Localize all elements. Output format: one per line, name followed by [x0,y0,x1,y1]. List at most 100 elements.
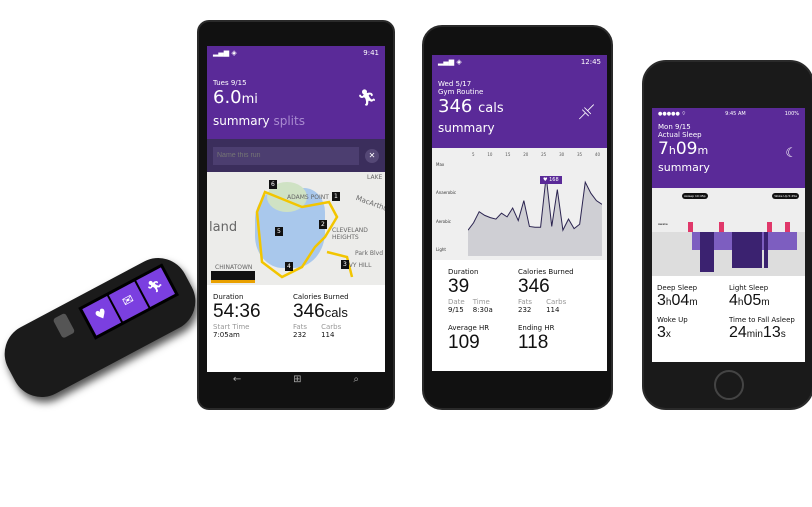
avg-hr-label: Average HR [448,324,490,332]
hours-value: 7 [658,139,669,159]
close-icon[interactable]: ✕ [365,148,379,163]
calories-value: 346 [438,96,473,117]
fitness-band: ♥ ✉ 🏃︎ [0,247,206,408]
tab-summary[interactable]: summary [658,161,799,174]
band-button[interactable] [52,312,76,339]
minutes-unit: m [697,144,709,157]
windows-icon[interactable]: ⊞ [293,374,301,385]
tab-summary[interactable]: summary [213,114,270,128]
duration-label: Duration [448,268,479,276]
peak-badge: ♥ 168 [540,176,562,184]
home-button[interactable] [714,370,744,400]
activity-name: Gym Routine [438,88,484,96]
run-name-input[interactable] [213,146,359,165]
start-time-label: Start Time [213,323,250,331]
heart-rate-chart: 5 10 15 20 25 30 35 40 Max Anaerobic Aerobic Light… [432,148,607,260]
pace-legend [211,271,255,283]
windows-phone: ▂▄▆ ◈ 9:41 Tues 9/15 6.0mi 🏃︎ summary spl… [197,20,395,410]
zone-label: Aerobic [436,218,451,224]
time-label: Time [472,298,490,306]
back-icon[interactable]: ← [233,374,241,385]
split-marker[interactable]: 5 [275,227,283,236]
signal-icon: ▂▄▆ ◈ [213,49,237,57]
sleep-restful [700,232,714,272]
sleep-awake [688,222,693,232]
sleep-restful [764,232,768,268]
map-label: CHINATOWN [215,264,253,271]
zone-label: Light [436,246,446,252]
date: Wed 5/17 [438,80,472,88]
x-tick-label: 15 [505,152,511,157]
tab-splits[interactable]: splits [273,114,305,128]
route-map[interactable]: land ADAMS POINT CLEVELAND HEIGHTS MacAr… [207,172,385,285]
x-tick-label: 10 [487,152,493,157]
fats-label: Fats [518,298,533,306]
end-hr-label: Ending HR [518,324,555,332]
fats-label: Fats [293,323,308,331]
duration-value: 39 [448,276,470,297]
x-tick-label: 20 [523,152,529,157]
moon-icon: ☾ [785,146,797,161]
asleep-badge: Asleep 10:45p [682,193,708,199]
x-tick-label: 35 [576,152,583,157]
search-icon[interactable]: ⌕ [353,374,359,385]
sleep-awake [767,222,772,232]
map-label: CLEVELAND HEIGHTS [332,227,368,241]
map-label: IVY HILL [347,262,372,269]
status-time: 12:45 [580,58,601,66]
split-marker[interactable]: 3 [341,260,349,269]
light-hours: 4 [729,292,738,309]
fall-min-unit: min [746,329,763,340]
split-marker[interactable]: 1 [332,192,340,201]
calories-label: Calories Burned [293,293,349,301]
map-label: Park Blvd [355,250,384,257]
sleep-chart: Asleep 10:45p Woke Up 5:45a Awake Light … [652,188,805,276]
iphone: ●●●●● ⌔ 9:45 AM 100% Mon 9/15 Actual Sleep… [642,60,812,410]
tab-summary[interactable]: summary [438,121,601,135]
fall-asleep-label: Time to Fall Asleep [729,316,795,324]
fats-value: 232 [518,306,532,314]
sleep-type: Actual Sleep [658,131,702,139]
map-label: ADAMS POINT [287,194,329,201]
avg-hr-value: 109 [448,332,480,353]
zone-label: Max [436,162,445,167]
time-value: 8:30a [472,306,493,314]
woke-up-label: Woke Up [657,316,688,324]
x-tick-label: 25 [541,152,547,157]
sleep-awake [785,222,790,232]
hr-area [468,176,602,256]
sleep-awake [719,222,724,232]
woke-badge: Woke Up 5:45a [772,193,799,199]
calories-unit: cals [324,305,348,320]
calories-label: Calories Burned [518,268,574,276]
split-marker[interactable]: 2 [319,220,327,229]
start-time-value: 7:05am [213,331,240,339]
light-minutes: 05 [743,292,762,309]
date: Tues 9/15 [213,79,247,87]
woke-up-value: 3 [657,324,666,341]
signal-icon: ●●●●● ⌔ [658,111,687,117]
map-label: land [209,220,238,235]
sleep-restful [732,232,762,268]
deep-minutes: 04 [671,292,690,309]
woke-unit: x [665,329,671,340]
x-tick-label: 40 [594,152,600,157]
fall-minutes: 24 [729,324,747,341]
carbs-value: 114 [321,331,335,339]
x-tick-label: 5 [472,152,475,157]
battery-level: 100% [784,111,799,117]
duration-value: 54:36 [213,301,261,322]
calories-unit: cals [478,101,504,116]
calories-burned-value: 346 [518,276,550,297]
split-marker[interactable]: 4 [285,262,293,271]
map-label: LAKE [367,174,383,181]
distance-unit: mi [241,92,258,107]
carbs-label: Carbs [546,298,567,306]
status-time: 9:45 AM [725,111,746,117]
android-phone: ▂▄▆ ◈ 12:45 Wed 5/17 Gym Routine 346 cals… [422,25,613,410]
split-marker[interactable]: 6 [269,180,277,189]
duration-label: Duration [213,293,244,301]
calories-value: 346 [293,301,325,322]
status-time: 9:41 [363,49,379,57]
row-awake: Awake [658,222,668,226]
